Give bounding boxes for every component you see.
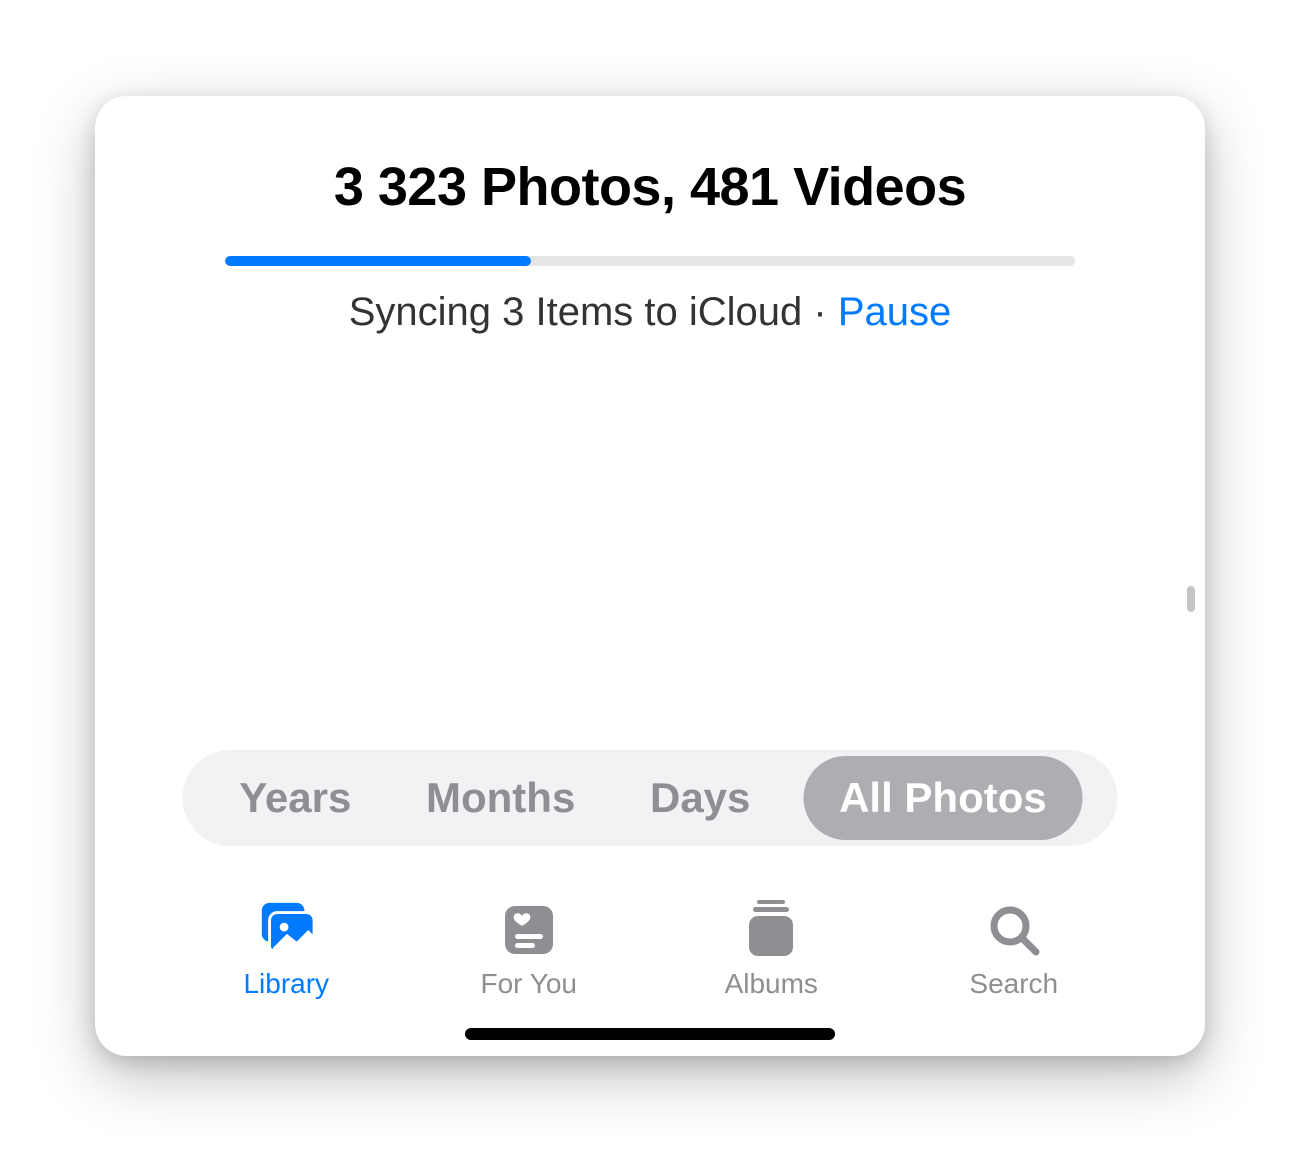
content-area: 3 323 Photos, 481 Videos Syncing 3 Items… xyxy=(95,96,1205,1056)
home-indicator[interactable] xyxy=(465,1028,835,1040)
photos-status-window: 3 323 Photos, 481 Videos Syncing 3 Items… xyxy=(95,96,1205,1056)
separator: · xyxy=(802,290,838,334)
sync-progress xyxy=(225,256,1075,266)
tab-search[interactable]: Search xyxy=(934,900,1094,1000)
tab-label: Albums xyxy=(725,968,818,1000)
pause-button[interactable]: Pause xyxy=(838,290,951,334)
segment-all-photos[interactable]: All Photos xyxy=(803,756,1083,840)
progress-fill xyxy=(225,256,531,266)
tab-bar: Library For You xyxy=(95,900,1205,1018)
segment-months[interactable]: Months xyxy=(404,756,597,840)
view-segmented-control[interactable]: Years Months Days All Photos xyxy=(183,750,1118,846)
library-icon xyxy=(256,900,316,960)
tab-label: Library xyxy=(243,968,329,1000)
segment-years[interactable]: Years xyxy=(217,756,373,840)
tab-label: For You xyxy=(480,968,577,1000)
tab-for-you[interactable]: For You xyxy=(449,900,609,1000)
progress-track xyxy=(225,256,1075,266)
segment-days[interactable]: Days xyxy=(628,756,772,840)
sync-status-row: Syncing 3 Items to iCloud · Pause xyxy=(95,290,1205,335)
tab-albums[interactable]: Albums xyxy=(691,900,851,1000)
tab-label: Search xyxy=(969,968,1058,1000)
library-count-title: 3 323 Photos, 481 Videos xyxy=(95,156,1205,218)
scroll-indicator[interactable] xyxy=(1187,586,1195,612)
search-icon xyxy=(984,900,1044,960)
for-you-icon xyxy=(499,900,559,960)
albums-icon xyxy=(741,900,801,960)
tab-library[interactable]: Library xyxy=(206,900,366,1000)
sync-status-text: Syncing 3 Items to iCloud xyxy=(349,290,803,334)
